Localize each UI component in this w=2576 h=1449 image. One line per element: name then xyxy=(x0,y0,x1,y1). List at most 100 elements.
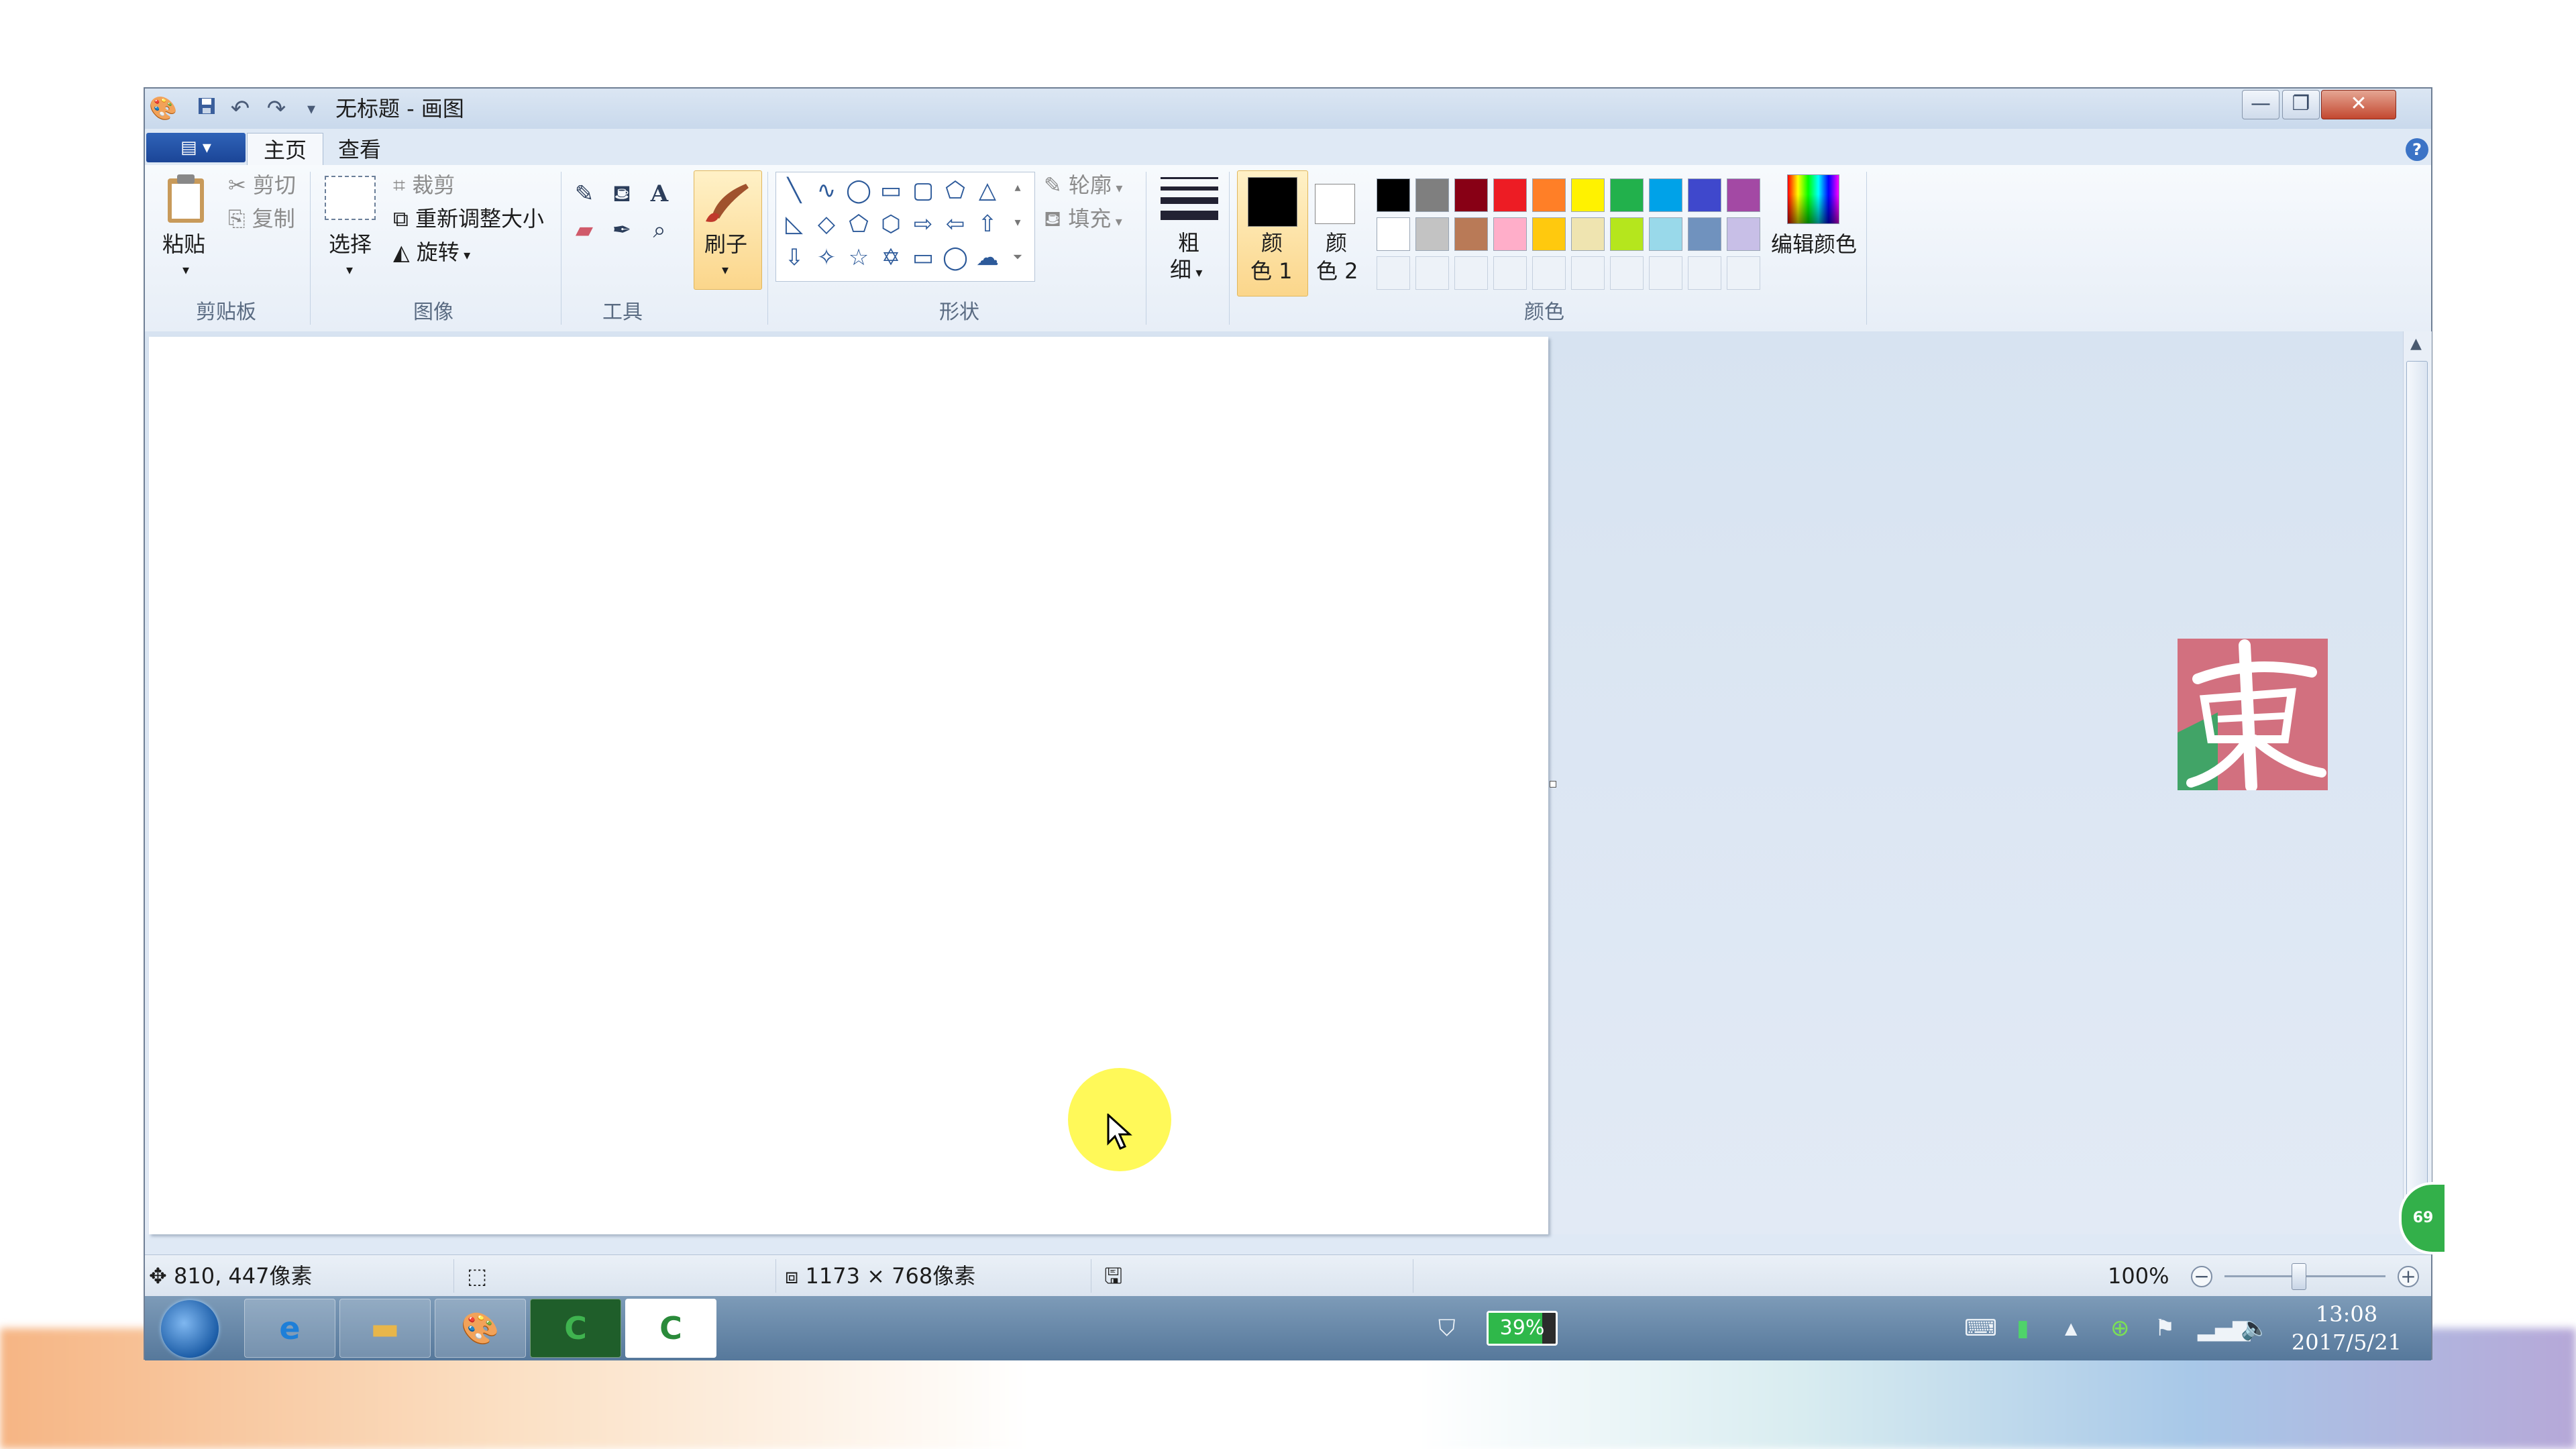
palette-swatch[interactable] xyxy=(1571,217,1605,251)
palette-swatch[interactable] xyxy=(1688,217,1721,251)
close-button[interactable]: ✕ xyxy=(2321,90,2396,119)
custom-color-slot[interactable] xyxy=(1493,256,1527,290)
zoom-slider-thumb[interactable] xyxy=(2292,1263,2306,1290)
color2-label-top[interactable]: 颜 xyxy=(1326,229,1347,256)
paint-taskbar-icon[interactable]: 🎨 xyxy=(435,1299,526,1358)
size-label-bottom[interactable]: 细 ▾ xyxy=(1170,256,1202,286)
camtasia-recorder-icon[interactable]: C xyxy=(530,1299,621,1358)
custom-color-slot[interactable] xyxy=(1377,256,1410,290)
shapes-expand-icon[interactable]: ⏷ xyxy=(1006,242,1030,273)
right-triangle-shape-icon[interactable]: ◺ xyxy=(779,209,810,239)
fill-bucket-icon[interactable]: ⛾ xyxy=(606,178,637,209)
palette-swatch[interactable] xyxy=(1649,178,1682,212)
right-arrow-shape-icon[interactable]: ⇨ xyxy=(908,209,938,239)
rounded-rectangle-shape-icon[interactable]: ▢ xyxy=(908,175,938,206)
action-center-icon[interactable]: ⚑ xyxy=(2155,1315,2175,1342)
select-button-label[interactable]: 选择 xyxy=(329,231,372,258)
hexagon-shape-icon[interactable]: ⬡ xyxy=(875,209,906,239)
customize-toolbar-icon[interactable]: ▾ xyxy=(298,95,325,122)
palette-swatch[interactable] xyxy=(1493,178,1527,212)
tab-home[interactable]: 主页 xyxy=(247,133,324,167)
up-arrow-shape-icon[interactable]: ⇧ xyxy=(972,209,1003,239)
pentagon-shape-icon[interactable]: ⬠ xyxy=(843,209,874,239)
scrollbar-thumb[interactable] xyxy=(2406,361,2428,1199)
palette-swatch[interactable] xyxy=(1454,217,1488,251)
custom-color-slot[interactable] xyxy=(1649,256,1682,290)
curve-shape-icon[interactable]: ∿ xyxy=(811,175,842,206)
palette-swatch[interactable] xyxy=(1377,178,1410,212)
redo-icon[interactable]: ↷ xyxy=(263,95,290,122)
custom-color-slot[interactable] xyxy=(1454,256,1488,290)
zoom-in-button[interactable]: + xyxy=(2398,1266,2419,1287)
select-dropdown-icon[interactable]: ▾ xyxy=(346,256,353,283)
cut-button[interactable]: ✂ 剪切 xyxy=(228,172,296,199)
palette-swatch[interactable] xyxy=(1415,178,1449,212)
six-point-star-shape-icon[interactable]: ✡ xyxy=(875,242,906,273)
paste-dropdown-icon[interactable]: ▾ xyxy=(182,256,189,283)
paint-app-icon[interactable]: 🎨 xyxy=(149,95,177,122)
minimize-button[interactable]: — xyxy=(2242,90,2279,119)
down-arrow-shape-icon[interactable]: ⇩ xyxy=(779,242,810,273)
magnifier-icon[interactable]: ⌕ xyxy=(644,215,675,246)
battery-indicator[interactable]: 39% xyxy=(1487,1311,1558,1346)
camtasia-studio-icon[interactable]: C xyxy=(625,1299,716,1358)
taskbar-clock[interactable]: 13:08 2017/5/21 xyxy=(2292,1300,2402,1356)
shapes-scroll-down-icon[interactable]: ▾ xyxy=(1006,207,1030,238)
palette-swatch[interactable] xyxy=(1377,217,1410,251)
custom-color-slot[interactable] xyxy=(1571,256,1605,290)
palette-swatch[interactable] xyxy=(1688,178,1721,212)
help-icon[interactable]: ? xyxy=(2406,138,2428,161)
rotate-button[interactable]: ◭ 旋转 ▾ xyxy=(393,239,470,268)
show-hidden-icons-icon[interactable]: ▲ xyxy=(2065,1315,2077,1342)
cloud-callout-shape-icon[interactable]: ☁ xyxy=(972,242,1003,273)
copy-button[interactable]: ⎘ 复制 xyxy=(228,205,295,232)
custom-color-slot[interactable] xyxy=(1610,256,1644,290)
restore-button[interactable]: ❐ xyxy=(2282,90,2320,119)
fill-button[interactable]: ⛾ 填充 ▾ xyxy=(1044,205,1122,235)
five-point-star-shape-icon[interactable]: ☆ xyxy=(843,242,874,273)
left-arrow-shape-icon[interactable]: ⇦ xyxy=(940,209,971,239)
crop-button[interactable]: ⌗ 裁剪 xyxy=(393,172,455,199)
line-shape-icon[interactable]: ╲ xyxy=(779,175,810,206)
palette-swatch[interactable] xyxy=(1727,178,1760,212)
select-icon[interactable] xyxy=(325,176,376,220)
oval-shape-icon[interactable]: ◯ xyxy=(843,175,874,206)
oval-callout-shape-icon[interactable]: ◯ xyxy=(940,242,971,273)
palette-swatch[interactable] xyxy=(1493,217,1527,251)
resize-button[interactable]: ⧉ 重新调整大小 xyxy=(393,205,544,232)
custom-color-slot[interactable] xyxy=(1688,256,1721,290)
custom-color-slot[interactable] xyxy=(1532,256,1566,290)
palette-swatch[interactable] xyxy=(1454,178,1488,212)
palette-swatch[interactable] xyxy=(1610,178,1644,212)
color-picker-icon[interactable]: ✒ xyxy=(606,215,637,246)
rectangle-shape-icon[interactable]: ▭ xyxy=(875,175,906,206)
zoom-out-button[interactable]: − xyxy=(2191,1266,2212,1287)
keyboard-icon[interactable]: ⌨ xyxy=(1964,1315,1997,1342)
paint-menu-button[interactable]: ▤ ▾ xyxy=(146,133,246,162)
canvas-resize-handle[interactable] xyxy=(1550,781,1556,788)
palette-swatch[interactable] xyxy=(1649,217,1682,251)
start-button[interactable] xyxy=(161,1300,219,1358)
battery-tray-icon[interactable]: ▮ xyxy=(2017,1315,2029,1342)
color2-label-bottom[interactable]: 色 2 xyxy=(1316,258,1358,284)
polygon-shape-icon[interactable]: ⬠ xyxy=(940,175,971,206)
palette-swatch[interactable] xyxy=(1415,217,1449,251)
custom-color-slot[interactable] xyxy=(1727,256,1760,290)
drawing-canvas[interactable] xyxy=(149,337,1548,1234)
volume-icon[interactable]: 🔈 xyxy=(2241,1315,2269,1342)
diamond-shape-icon[interactable]: ◇ xyxy=(811,209,842,239)
palette-swatch[interactable] xyxy=(1532,178,1566,212)
internet-explorer-icon[interactable]: e xyxy=(244,1299,335,1358)
paste-icon[interactable] xyxy=(162,173,209,229)
triangle-shape-icon[interactable]: △ xyxy=(972,175,1003,206)
edit-colors-label[interactable]: 编辑颜色 xyxy=(1771,231,1857,258)
palette-swatch[interactable] xyxy=(1571,178,1605,212)
text-tool-icon[interactable]: A xyxy=(644,178,675,209)
file-explorer-icon[interactable]: ▬ xyxy=(339,1299,431,1358)
line-size-icon[interactable] xyxy=(1159,173,1220,229)
pencil-icon[interactable]: ✎ xyxy=(569,178,600,209)
palette-swatch[interactable] xyxy=(1532,217,1566,251)
save-icon[interactable] xyxy=(193,95,220,122)
palette-swatch[interactable] xyxy=(1610,217,1644,251)
outline-button[interactable]: ✎ 轮廓 ▾ xyxy=(1044,172,1122,201)
